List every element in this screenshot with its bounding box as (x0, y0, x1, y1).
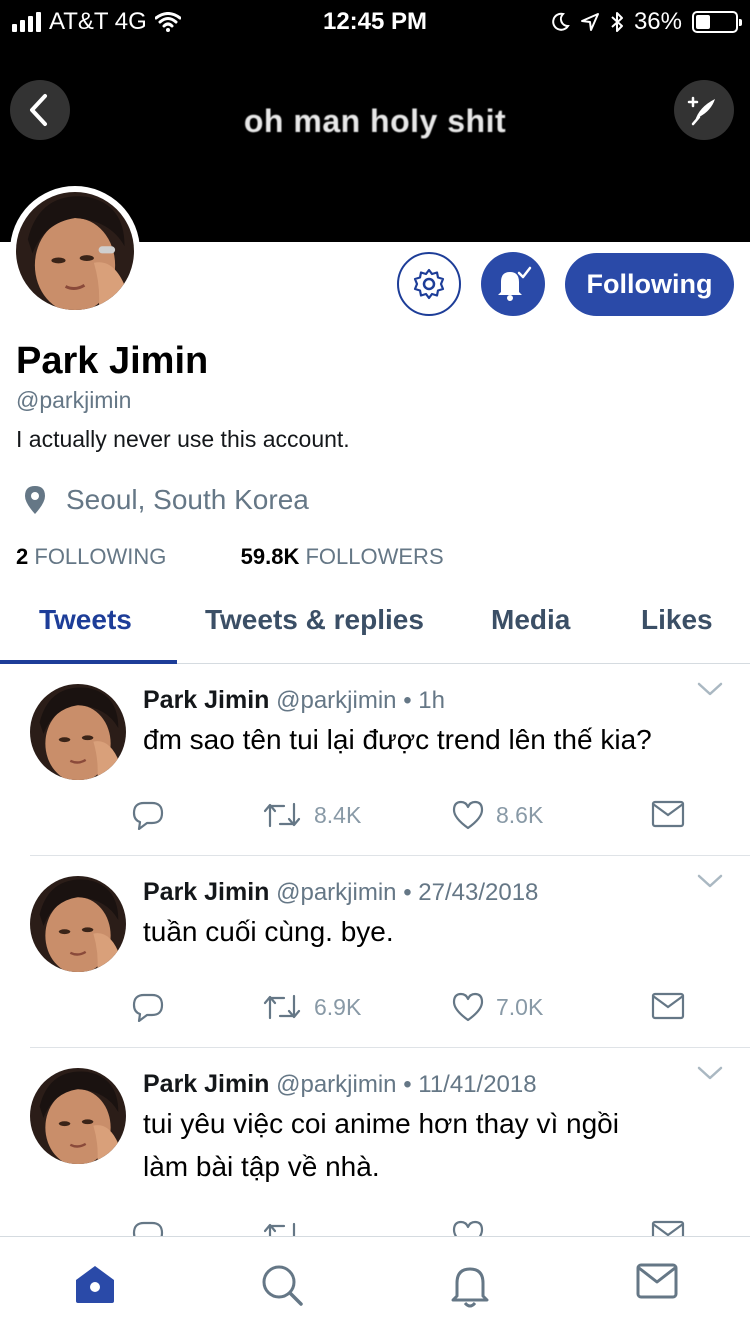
location-pin-icon (25, 486, 45, 514)
battery-percent: 36% (633, 8, 682, 35)
profile-name: Park Jimin (16, 340, 209, 382)
tweet-header: Park Jimin @parkjimin • 27/43/2018 (143, 878, 538, 907)
bell-check-icon (498, 266, 532, 301)
follow-counts: 2 FOLLOWING 59.8K FOLLOWERS (16, 544, 444, 570)
retweet-button[interactable]: 8.4K (262, 800, 361, 830)
nav-messages[interactable] (636, 1263, 678, 1304)
tweet-author-name: Park Jimin (143, 1070, 270, 1098)
gear-icon (413, 268, 445, 300)
nav-home[interactable] (73, 1263, 117, 1310)
nav-notifications[interactable] (448, 1263, 492, 1314)
tab-media[interactable]: Media (491, 604, 570, 636)
home-icon (76, 1266, 114, 1303)
battery-fill (696, 15, 710, 29)
tweet-header: Park Jimin @parkjimin • 11/41/2018 (143, 1070, 537, 1099)
tweet-author-handle: @parkjimin (276, 1071, 397, 1098)
retweet-icon (263, 994, 301, 1020)
following-label: FOLLOWING (34, 544, 167, 569)
profile-settings-button[interactable] (397, 252, 461, 316)
reply-button[interactable] (132, 800, 164, 830)
tweet-text: tuần cuối cùng. bye. (143, 916, 394, 947)
reply-button[interactable] (132, 992, 164, 1022)
like-button[interactable]: 7.0K (452, 992, 543, 1022)
tweet-actions: 8.4K 8.6K (0, 800, 750, 836)
heart-icon (452, 800, 484, 830)
back-button[interactable] (10, 80, 70, 140)
location-arrow-icon (580, 13, 599, 31)
like-count: 8.6K (496, 801, 544, 828)
tweet-text: đm sao tên tui lại được trend lên thế ki… (143, 724, 652, 755)
moon-icon (552, 12, 570, 31)
tweet-header: Park Jimin @parkjimin • 1h (143, 686, 445, 715)
nav-search[interactable] (260, 1263, 304, 1312)
tweet-item[interactable]: Park Jimin @parkjimin • 27/43/2018 tuần … (0, 856, 750, 1048)
tab-likes[interactable]: Likes (641, 604, 713, 636)
avatar-photo (16, 192, 134, 310)
compose-tweet-button[interactable] (674, 80, 734, 140)
profile-bio: I actually never use this account. (16, 426, 350, 452)
chevron-down-icon[interactable] (696, 680, 724, 698)
tweet-author-handle: @parkjimin (276, 879, 397, 906)
header-image-caption: oh man holy shit (243, 103, 507, 139)
search-icon (262, 1265, 303, 1306)
heart-icon (452, 992, 484, 1022)
followers-count-link[interactable]: 59.8K FOLLOWERS (241, 544, 444, 569)
profile-avatar[interactable] (10, 186, 140, 316)
tweet-time: 11/41/2018 (418, 1071, 537, 1098)
battery-icon (692, 11, 742, 33)
tweet-avatar[interactable] (30, 1068, 126, 1164)
tweet-separator: • (403, 1071, 412, 1098)
bottom-tab-bar (0, 1236, 750, 1334)
profile-handle: @parkjimin (16, 387, 132, 413)
tweet-author-handle: @parkjimin (276, 687, 397, 714)
reply-icon (132, 801, 164, 830)
retweet-count: 8.4K (314, 801, 362, 828)
tweet-text: tui yêu việc coi anime hơn thay vì ngồi … (143, 1108, 619, 1182)
location-text: Seoul, South Korea (66, 484, 309, 515)
tweet-separator: • (403, 879, 412, 906)
direct-message-button[interactable] (651, 992, 685, 1020)
tweet-avatar[interactable] (30, 876, 126, 972)
profile-location: Seoul, South Korea (24, 484, 309, 516)
followers-label: FOLLOWERS (305, 544, 444, 569)
tab-tweets[interactable]: Tweets (39, 604, 132, 636)
tweet-item[interactable]: Park Jimin @parkjimin • 11/41/2018 tui y… (0, 1048, 750, 1250)
direct-message-button[interactable] (651, 800, 685, 828)
followers-count: 59.8K (240, 544, 300, 569)
retweet-icon (263, 802, 301, 828)
tweet-author-name: Park Jimin (143, 878, 270, 906)
tweet-actions: 6.9K 7.0K (0, 992, 750, 1028)
chevron-left-icon (30, 94, 47, 126)
tweet-avatar[interactable] (30, 684, 126, 780)
like-button[interactable]: 8.6K (452, 800, 543, 830)
profile-tabs: Tweets Tweets & replies Media Likes (0, 590, 750, 664)
compose-quill-icon (687, 96, 715, 126)
status-bar: AT&T 4G 12:45 PM 36% (0, 0, 750, 40)
following-button[interactable]: Following (565, 253, 734, 316)
chevron-down-icon[interactable] (696, 1064, 724, 1082)
tweet-separator: • (403, 687, 412, 714)
tweet-time: 27/43/2018 (418, 879, 539, 906)
retweet-button[interactable]: 6.9K (262, 992, 361, 1022)
notifications-icon (451, 1267, 489, 1308)
retweet-count: 6.9K (314, 993, 362, 1020)
envelope-icon (651, 992, 685, 1020)
tweet-author-name: Park Jimin (143, 686, 270, 714)
status-right: 36% (550, 8, 742, 36)
following-count-link[interactable]: 2 FOLLOWING (16, 544, 173, 569)
bluetooth-icon (611, 12, 623, 32)
notifications-toggle-button[interactable] (481, 252, 545, 316)
following-count: 2 (16, 544, 29, 569)
chevron-down-icon[interactable] (696, 872, 724, 890)
messages-icon (636, 1263, 678, 1299)
tab-tweets-and-replies[interactable]: Tweets & replies (205, 604, 424, 636)
tweet-item[interactable]: Park Jimin @parkjimin • 1h đm sao tên tu… (0, 664, 750, 856)
envelope-icon (651, 800, 685, 828)
reply-icon (132, 993, 164, 1022)
tweet-time: 1h (418, 687, 445, 714)
like-count: 7.0K (496, 993, 544, 1020)
